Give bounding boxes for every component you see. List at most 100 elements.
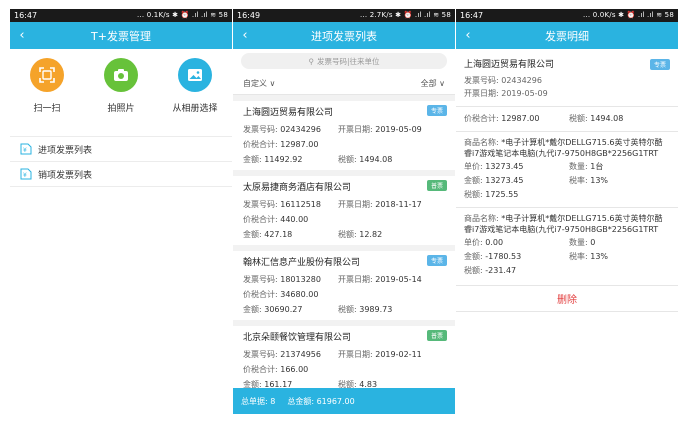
item-amount: 13273.45 <box>485 176 524 185</box>
invoice-date: 2019-05-14 <box>375 275 422 284</box>
summary-amount: 总金额: 61967.00 <box>287 396 355 406</box>
invoice-type-badge: 普票 <box>426 330 447 341</box>
menu-label: 进项发票列表 <box>38 145 93 156</box>
page-title: 进项发票列表 <box>311 29 377 43</box>
scan-icon <box>30 58 64 92</box>
image-icon <box>178 58 212 92</box>
choose-from-album-label: 从相册选择 <box>172 104 218 114</box>
screen-invoice-management: 16:47 ... 0.1K/s ✱ ⏰ .ıl .ıl ≋ 58 ‹ T+发票… <box>10 9 232 414</box>
screen-invoice-detail: 16:47 ... 0.0K/s ✱ ⏰ .ıl .ıl ≋ 58 ‹ 发票明细… <box>456 9 678 414</box>
item-qty: 0 <box>590 238 596 247</box>
nav-bar: ‹ 发票明细 <box>456 22 678 49</box>
line-item: 商品名称: *电子计算机*戴尔DELLG715.6英寸英特尔酷睿i7游戏笔记本电… <box>464 138 663 199</box>
item-tax: 1725.55 <box>485 190 519 199</box>
summary-bar: 总单据: 8 总金额: 61967.00 <box>233 388 455 414</box>
page-title: T+发票管理 <box>91 29 151 43</box>
search-bar: ⚲ 发票号码|往来单位 <box>233 49 455 73</box>
item-amount: -1780.53 <box>485 252 522 261</box>
invoice-total: 34680.00 <box>280 290 319 299</box>
choose-from-album-button[interactable]: 从相册选择 <box>160 58 230 136</box>
invoice-date: 2018-11-17 <box>375 200 422 209</box>
invoice-header: 上海圆迈贸易有限公司 专票 发票号码: 02434296 开票日期: 2019-… <box>456 49 678 104</box>
status-time: 16:49 <box>237 11 261 20</box>
invoice-card[interactable]: 上海圆迈贸易有限公司 专票 发票号码: 02434296 开票日期: 2019-0… <box>233 101 455 170</box>
take-photo-label: 拍照片 <box>107 104 135 114</box>
invoice-type-badge: 普票 <box>426 180 447 191</box>
invoice-type-badge: 专票 <box>426 255 447 266</box>
status-indicators: ... 0.1K/s ✱ ⏰ .ıl .ıl ≋ 58 <box>137 11 228 19</box>
item-rate: 13% <box>590 252 609 261</box>
status-time: 16:47 <box>14 11 38 20</box>
invoice-card[interactable]: 太原易捷商务酒店有限公司 普票 发票号码: 16112518 开票日期: 2018… <box>233 176 455 245</box>
invoice-date: 2019-05-09 <box>375 125 422 134</box>
status-time: 16:47 <box>460 11 484 20</box>
page-title: 发票明细 <box>545 29 589 43</box>
back-arrow-icon[interactable]: ‹ <box>456 28 480 43</box>
status-bar: 16:49 ... 2.7K/s ✱ ⏰ .ıl .ıl ≋ 58 <box>233 9 455 22</box>
quick-actions: 扫一扫 拍照片 从相册选择 <box>10 49 232 137</box>
scan-button[interactable]: 扫一扫 <box>12 58 82 136</box>
item-price: 13273.45 <box>485 162 524 171</box>
company-name: 太原易捷商务酒店有限公司 <box>243 183 352 193</box>
nav-bar: ‹ 进项发票列表 <box>233 22 455 49</box>
invoice-number: 16112518 <box>280 200 321 209</box>
camera-icon <box>104 58 138 92</box>
menu-item-output-invoices[interactable]: ¥ 销项发票列表 <box>10 162 232 187</box>
invoice-total: 166.00 <box>280 365 309 374</box>
status-indicators: ... 2.7K/s ✱ ⏰ .ıl .ıl ≋ 58 <box>360 11 451 19</box>
svg-text:¥: ¥ <box>23 147 27 154</box>
company-name: 北京朵颐餐饮管理有限公司 <box>243 333 352 343</box>
invoice-type-badge: 专票 <box>649 59 670 70</box>
invoice-card[interactable]: 翰林汇信息产业股份有限公司 专票 发票号码: 18013280 开票日期: 201… <box>233 251 455 320</box>
invoice-amount: 11492.92 <box>264 155 303 164</box>
invoice-number: 02434296 <box>280 125 321 134</box>
invoice-card[interactable]: 北京朵颐餐饮管理有限公司 普票 发票号码: 21374956 开票日期: 2019… <box>233 326 455 395</box>
company-name: 翰林汇信息产业股份有限公司 <box>243 258 361 268</box>
menu-label: 销项发票列表 <box>38 170 93 181</box>
search-placeholder: 发票号码|往来单位 <box>316 56 380 66</box>
type-filter-dropdown[interactable]: 全部 ∨ <box>421 78 445 89</box>
invoice-number-line: 发票号码: 02434296 <box>464 76 542 85</box>
delete-button[interactable]: 删除 <box>456 285 678 312</box>
invoice-totals: 价税合计: 12987.00 税额: 1494.08 <box>464 114 624 123</box>
item-price: 0.00 <box>485 238 504 247</box>
invoice-out-icon: ¥ <box>20 168 32 180</box>
nav-bar: ‹ T+发票管理 <box>10 22 232 49</box>
search-input[interactable]: ⚲ 发票号码|往来单位 <box>241 53 447 69</box>
status-bar: 16:47 ... 0.1K/s ✱ ⏰ .ıl .ıl ≋ 58 <box>10 9 232 22</box>
invoice-number: 21374956 <box>280 350 321 359</box>
filter-bar: 自定义 ∨ 全部 ∨ <box>233 73 455 95</box>
invoice-type-badge: 专票 <box>426 105 447 116</box>
take-photo-button[interactable]: 拍照片 <box>86 58 156 136</box>
invoice-amount: 30690.27 <box>264 305 303 314</box>
invoice-tax: 3989.73 <box>359 305 393 314</box>
status-indicators: ... 0.0K/s ✱ ⏰ .ıl .ıl ≋ 58 <box>583 11 674 19</box>
invoice-number: 18013280 <box>280 275 321 284</box>
invoice-total: 12987.00 <box>501 114 540 123</box>
invoice-in-icon: ¥ <box>20 143 32 155</box>
svg-text:¥: ¥ <box>23 172 27 179</box>
status-bar: 16:47 ... 0.0K/s ✱ ⏰ .ıl .ıl ≋ 58 <box>456 9 678 22</box>
invoice-total: 440.00 <box>280 215 309 224</box>
summary-count: 总单据: 8 <box>241 396 276 406</box>
screen-input-invoice-list: 16:49 ... 2.7K/s ✱ ⏰ .ıl .ıl ≋ 58 ‹ 进项发票… <box>233 9 455 414</box>
search-icon: ⚲ <box>308 56 314 66</box>
item-tax: -231.47 <box>485 266 517 275</box>
invoice-total: 12987.00 <box>280 140 319 149</box>
item-qty: 1台 <box>590 162 604 171</box>
menu-item-input-invoices[interactable]: ¥ 进项发票列表 <box>10 137 232 162</box>
back-arrow-icon[interactable]: ‹ <box>233 28 257 43</box>
invoice-tax: 1494.08 <box>590 114 624 123</box>
back-arrow-icon[interactable]: ‹ <box>10 28 34 43</box>
invoice-date-line: 开票日期: 2019-05-09 <box>464 89 548 98</box>
invoice-amount: 427.18 <box>264 230 293 239</box>
invoice-tax: 1494.08 <box>359 155 393 164</box>
invoice-tax: 12.82 <box>359 230 383 239</box>
line-item: 商品名称: *电子计算机*戴尔DELLG715.6英寸英特尔酷睿i7游戏笔记本电… <box>464 214 663 275</box>
scan-label: 扫一扫 <box>33 104 61 114</box>
item-rate: 13% <box>590 176 609 185</box>
invoice-date: 2019-02-11 <box>375 350 422 359</box>
company-name: 上海圆迈贸易有限公司 <box>464 60 555 70</box>
date-filter-dropdown[interactable]: 自定义 ∨ <box>243 78 275 89</box>
company-name: 上海圆迈贸易有限公司 <box>243 108 334 118</box>
